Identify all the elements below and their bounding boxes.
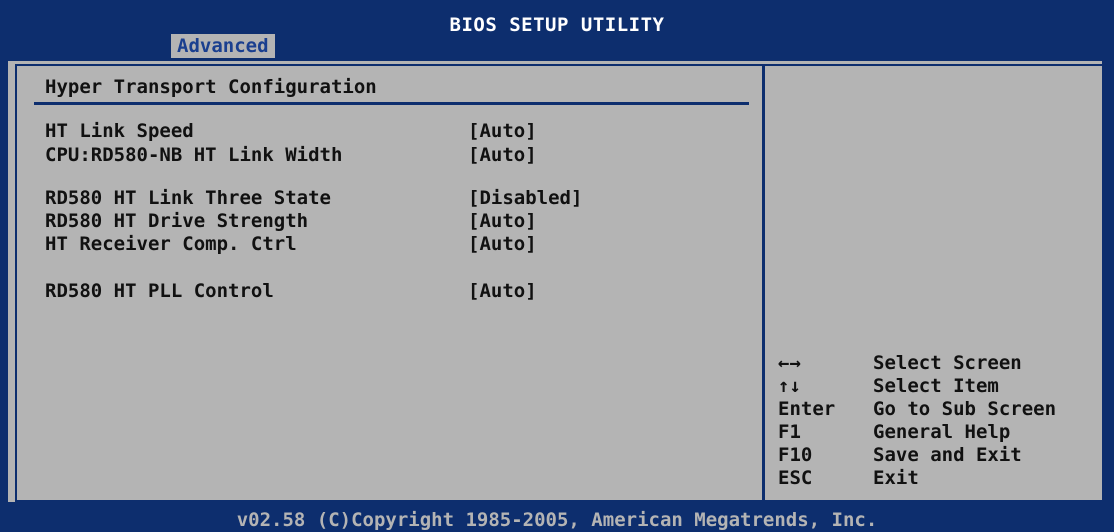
- help-key: F1: [778, 421, 801, 443]
- copyright-footer: v02.58 (C)Copyright 1985-2005, American …: [236, 509, 878, 531]
- setting-label: RD580 HT Drive Strength: [45, 210, 309, 232]
- setting-ht-link-three-state[interactable]: RD580 HT Link Three State [Disabled]: [45, 187, 745, 209]
- tab-advanced[interactable]: Advanced: [171, 34, 275, 58]
- window-title: BIOS SETUP UTILITY: [449, 14, 665, 36]
- help-desc: General Help: [873, 421, 1011, 443]
- help-key: ESC: [778, 467, 813, 489]
- help-key: Enter: [778, 398, 836, 420]
- setting-ht-link-width[interactable]: CPU:RD580-NB HT Link Width [Auto]: [45, 144, 745, 166]
- up-down-arrows-icon: ↑↓: [778, 375, 801, 397]
- help-desc: Exit: [873, 467, 919, 489]
- setting-value[interactable]: [Auto]: [468, 210, 537, 232]
- help-row-esc: ESC Exit: [778, 467, 1098, 490]
- title-bar: BIOS SETUP UTILITY Advanced: [0, 0, 1114, 58]
- setting-value[interactable]: [Disabled]: [468, 187, 582, 209]
- setting-value[interactable]: [Auto]: [468, 120, 537, 142]
- setting-label: HT Receiver Comp. Ctrl: [45, 233, 297, 255]
- setting-value[interactable]: [Auto]: [468, 233, 537, 255]
- panel-divider: [762, 64, 765, 502]
- help-key: F10: [778, 444, 813, 466]
- help-row-enter: Enter Go to Sub Screen: [778, 398, 1098, 421]
- help-desc: Save and Exit: [873, 444, 1022, 466]
- key-help-panel: ←→ Select Screen ↑↓ Select Item Enter Go…: [778, 352, 1098, 490]
- left-right-arrows-icon: ←→: [778, 352, 801, 374]
- setting-label: HT Link Speed: [45, 120, 194, 142]
- help-row-f10: F10 Save and Exit: [778, 444, 1098, 467]
- section-underline: [34, 102, 749, 105]
- help-row-f1: F1 General Help: [778, 421, 1098, 444]
- help-row-select-screen: ←→ Select Screen: [778, 352, 1098, 375]
- help-desc: Select Item: [873, 375, 999, 397]
- setting-ht-receiver-comp[interactable]: HT Receiver Comp. Ctrl [Auto]: [45, 233, 745, 255]
- setting-ht-drive-strength[interactable]: RD580 HT Drive Strength [Auto]: [45, 210, 745, 232]
- help-desc: Select Screen: [873, 352, 1022, 374]
- help-desc: Go to Sub Screen: [873, 398, 1057, 420]
- setting-ht-link-speed[interactable]: HT Link Speed [Auto]: [45, 120, 745, 142]
- setting-ht-pll-control[interactable]: RD580 HT PLL Control [Auto]: [45, 280, 745, 302]
- help-row-select-item: ↑↓ Select Item: [778, 375, 1098, 398]
- setting-label: RD580 HT PLL Control: [45, 280, 274, 302]
- setting-label: CPU:RD580-NB HT Link Width: [45, 144, 343, 166]
- setting-value[interactable]: [Auto]: [468, 144, 537, 166]
- section-title: Hyper Transport Configuration: [45, 76, 377, 98]
- setting-label: RD580 HT Link Three State: [45, 187, 331, 209]
- setting-value[interactable]: [Auto]: [468, 280, 537, 302]
